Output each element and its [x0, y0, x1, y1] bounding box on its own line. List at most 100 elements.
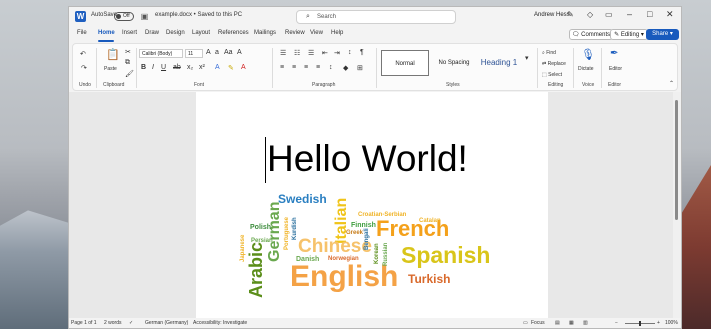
cut-icon[interactable]: ✂: [125, 48, 131, 56]
style-no-spacing[interactable]: No Spacing: [433, 50, 475, 76]
tab-home[interactable]: Home: [98, 30, 115, 36]
tab-insert[interactable]: Insert: [122, 30, 137, 36]
redo-icon[interactable]: ↷: [81, 64, 87, 72]
text-effects-icon[interactable]: A: [215, 64, 220, 71]
user-name[interactable]: Andrew Hess: [534, 12, 570, 18]
undo-icon[interactable]: ↶: [80, 50, 86, 58]
zoom-in-icon[interactable]: +: [657, 320, 660, 326]
read-mode-icon[interactable]: ▤: [555, 320, 560, 326]
numbering-icon[interactable]: ☷: [294, 49, 300, 57]
select-button[interactable]: ⬚ Select: [542, 72, 562, 78]
bullets-icon[interactable]: ☰: [280, 49, 286, 57]
font-name-select[interactable]: Calibri (Body): [139, 49, 183, 58]
multilevel-list-icon[interactable]: ☰: [308, 49, 314, 57]
font-name-value: Calibri (Body): [142, 51, 173, 57]
focus-button[interactable]: Focus: [531, 320, 545, 326]
font-size-select[interactable]: 11: [185, 49, 203, 58]
language-status[interactable]: German (Germany): [145, 320, 188, 326]
dictate-label[interactable]: Dictate: [578, 66, 594, 72]
tab-references[interactable]: References: [218, 30, 249, 36]
minimize-icon[interactable]: –: [627, 9, 632, 19]
align-right-icon[interactable]: ≡: [304, 64, 308, 71]
comments-button[interactable]: 🗨 Comments: [569, 29, 613, 40]
line-spacing-icon[interactable]: ↕: [329, 64, 333, 71]
pen-icon[interactable]: ✎: [567, 10, 574, 19]
maximize-icon[interactable]: □: [647, 9, 652, 19]
document-title[interactable]: example.docx • Saved to this PC: [155, 12, 242, 18]
word-cloud-word: Persian: [251, 238, 273, 244]
sort-icon[interactable]: ↕: [348, 49, 352, 56]
word-cloud-word: Spanish: [401, 242, 491, 268]
tab-file[interactable]: File: [77, 30, 87, 36]
web-layout-icon[interactable]: ▥: [583, 320, 588, 326]
increase-indent-icon[interactable]: ⇥: [334, 49, 340, 57]
replace-button[interactable]: ⇄ Replace: [542, 61, 566, 67]
tab-review[interactable]: Review: [285, 30, 305, 36]
search-box[interactable]: ⌕ Search: [296, 10, 456, 24]
format-painter-icon[interactable]: 🖌: [125, 70, 134, 78]
tab-mailings[interactable]: Mailings: [254, 30, 276, 36]
autosave-toggle[interactable]: Off: [114, 12, 134, 21]
shading-icon[interactable]: ◆: [343, 64, 348, 72]
word-cloud-word: Arabic: [246, 241, 266, 298]
microphone-icon[interactable]: 🎙: [581, 48, 595, 61]
align-left-icon[interactable]: ≡: [280, 64, 284, 71]
word-cloud-image[interactable]: Swedish Italian German Arabic French Chi…: [226, 192, 506, 318]
tab-view[interactable]: View: [310, 30, 323, 36]
ribbon-options-icon[interactable]: ▭: [605, 10, 613, 19]
style-normal[interactable]: Normal: [381, 50, 429, 76]
document-page[interactable]: Hello World! Swedish Italian German Arab…: [196, 92, 548, 318]
zoom-out-icon[interactable]: −: [615, 320, 618, 326]
shrink-font-icon[interactable]: a: [215, 49, 219, 56]
word-cloud-word: Norwegian: [328, 256, 359, 262]
borders-icon[interactable]: ⊞: [357, 64, 363, 72]
heading-text[interactable]: Hello World!: [267, 138, 468, 180]
group-label-font: Font: [194, 82, 205, 88]
accessibility-status[interactable]: Accessibility: Investigate: [193, 320, 247, 326]
word-count[interactable]: 2 words: [104, 320, 122, 326]
divider: [537, 48, 538, 88]
tab-design[interactable]: Design: [166, 30, 185, 36]
align-center-icon[interactable]: ≡: [292, 64, 296, 71]
editor-icon[interactable]: ✒: [610, 48, 618, 59]
superscript-icon[interactable]: x²: [199, 64, 205, 71]
styles-gallery-more-icon[interactable]: ▾: [525, 54, 529, 62]
subscript-icon[interactable]: x₂: [187, 64, 193, 71]
pilcrow-icon[interactable]: ¶: [360, 49, 364, 56]
editing-mode-button[interactable]: ✎ Editing ▾: [610, 29, 648, 40]
font-color-icon[interactable]: A: [241, 64, 246, 71]
style-heading1[interactable]: Heading 1: [477, 50, 521, 76]
zoom-slider-thumb[interactable]: [639, 321, 641, 326]
justify-icon[interactable]: ≡: [316, 64, 320, 71]
close-icon[interactable]: ✕: [666, 9, 674, 20]
diamond-icon[interactable]: ◇: [587, 10, 593, 19]
print-layout-icon[interactable]: ▦: [569, 320, 574, 326]
tab-help[interactable]: Help: [331, 30, 343, 36]
change-case-icon[interactable]: Aa: [224, 49, 233, 56]
underline-icon[interactable]: U: [161, 64, 166, 71]
vertical-scrollbar[interactable]: [673, 92, 681, 318]
clear-formatting-icon[interactable]: A: [237, 49, 242, 56]
focus-icon[interactable]: ▭: [523, 320, 528, 326]
share-button[interactable]: Share ▾: [646, 29, 679, 40]
tab-draw[interactable]: Draw: [145, 30, 159, 36]
bold-icon[interactable]: B: [141, 64, 146, 71]
collapse-ribbon-icon[interactable]: ⌃: [669, 80, 674, 87]
strikethrough-icon[interactable]: ab: [173, 64, 181, 71]
paste-label[interactable]: Paste: [104, 66, 117, 72]
highlight-icon[interactable]: ✎: [228, 64, 234, 72]
italic-icon[interactable]: I: [152, 64, 154, 71]
find-button[interactable]: ⌕ Find: [542, 50, 556, 56]
active-tab-indicator: [98, 40, 114, 42]
paste-icon[interactable]: 📋: [106, 48, 120, 61]
tab-layout[interactable]: Layout: [192, 30, 210, 36]
page-count[interactable]: Page 1 of 1: [71, 320, 97, 326]
zoom-level[interactable]: 100%: [665, 320, 678, 326]
grow-font-icon[interactable]: A: [206, 49, 211, 56]
copy-icon[interactable]: ⧉: [125, 59, 130, 67]
proofing-icon[interactable]: ✓: [129, 320, 133, 326]
decrease-indent-icon[interactable]: ⇤: [322, 49, 328, 57]
save-icon[interactable]: ▣: [139, 11, 150, 22]
editor-label[interactable]: Editor: [609, 66, 622, 72]
scrollbar-thumb[interactable]: [675, 100, 678, 220]
